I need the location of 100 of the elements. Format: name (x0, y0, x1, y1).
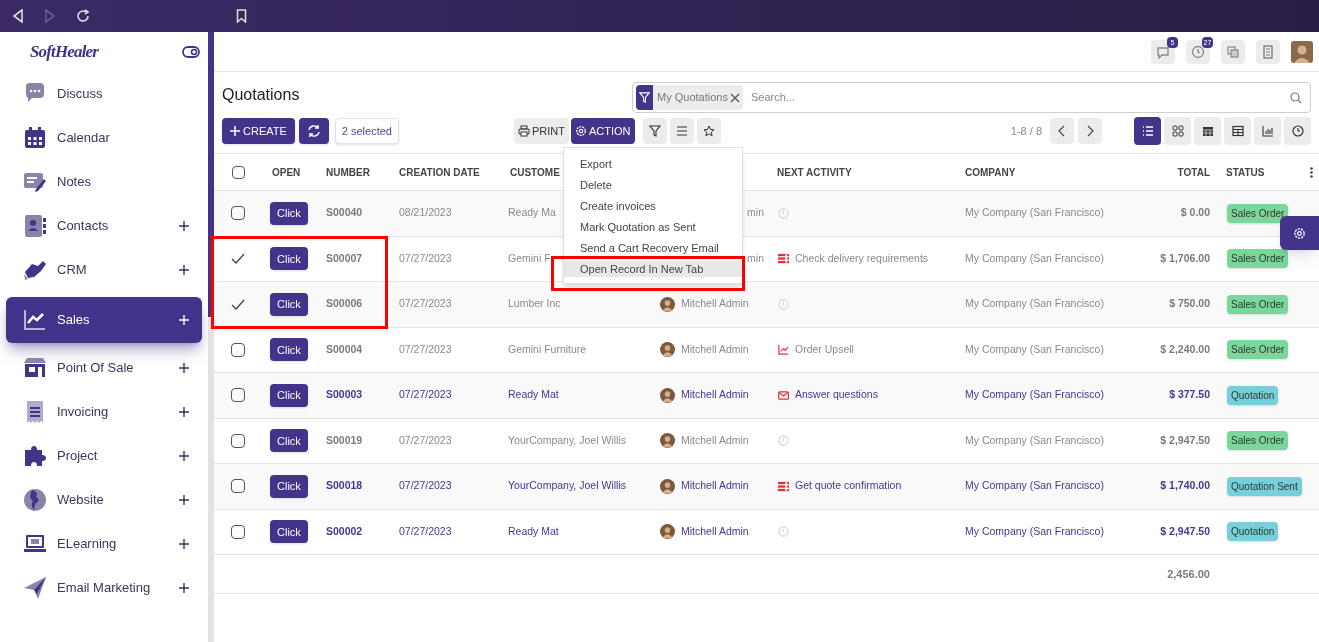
open-button[interactable]: Click (270, 474, 308, 498)
table-view-button[interactable] (1224, 117, 1251, 145)
sidebar-item[interactable]: Point Of Sale (6, 346, 202, 390)
check-icon[interactable] (231, 253, 245, 265)
expand-icon[interactable] (178, 220, 190, 232)
expand-icon[interactable] (178, 538, 190, 550)
favorite-icon (702, 125, 715, 137)
table-cell: $ 750.00 (1169, 297, 1210, 310)
activity-view-button[interactable] (1284, 117, 1311, 145)
menu-item[interactable]: Delete (564, 177, 742, 193)
table-cell: S00018 (326, 479, 363, 492)
open-button[interactable]: Click (270, 292, 308, 316)
expand-icon[interactable] (178, 264, 190, 276)
open-button[interactable]: Click (270, 201, 308, 225)
grid-view-button[interactable] (1164, 117, 1191, 145)
table-cell: $ 377.50 (1169, 388, 1210, 401)
expand-icon[interactable] (178, 406, 190, 418)
action-button[interactable]: ACTION (570, 118, 635, 144)
sidebar-item[interactable]: ELearning (6, 522, 202, 566)
refresh-button[interactable] (298, 118, 329, 144)
selection-button[interactable]: 2 selected (334, 118, 399, 144)
group-button[interactable] (669, 118, 694, 144)
calendar-view-button[interactable] (1194, 117, 1221, 145)
open-button[interactable]: Click (270, 429, 308, 453)
column-header[interactable]: TOTAL (1130, 164, 1218, 180)
menu-item[interactable]: Send a Cart Recovery Email (564, 240, 742, 256)
table-cell: Ready Mat (508, 388, 559, 401)
app-icon (23, 444, 47, 468)
menu-item[interactable]: Open Record In New Tab (564, 261, 742, 277)
list-view-button[interactable] (1134, 117, 1161, 145)
favorite-button[interactable] (696, 118, 721, 144)
expand-icon[interactable] (178, 582, 190, 594)
graph-view-icon (1261, 125, 1274, 137)
checkbox[interactable] (231, 206, 245, 221)
table-cell: S00003 (326, 388, 363, 401)
scrollbar[interactable] (208, 32, 214, 642)
toggle-icon[interactable] (182, 46, 200, 58)
checkbox[interactable] (231, 524, 245, 539)
settings-tab[interactable] (1280, 216, 1319, 250)
scrollbar-thumb[interactable] (208, 32, 214, 317)
sidebar-item[interactable]: Notes (6, 160, 202, 204)
sidebar-item[interactable]: Sales (6, 297, 202, 343)
expand-icon[interactable] (178, 494, 190, 506)
open-button[interactable]: Click (270, 338, 308, 362)
column-header[interactable]: NEXT ACTIVITY (768, 164, 956, 180)
column-header[interactable]: OPEN (262, 164, 316, 180)
checkbox[interactable] (231, 388, 245, 403)
status-badge: Sales Order (1227, 203, 1289, 223)
sidebar-item[interactable]: Contacts (6, 204, 202, 248)
table-cell: S00002 (326, 524, 363, 537)
sidebar-item[interactable]: Email Marketing (6, 566, 202, 610)
search-field[interactable]: My Quotations Search... (632, 82, 1311, 113)
expand-icon[interactable] (178, 450, 190, 462)
open-button[interactable]: Click (270, 383, 308, 407)
table-cell: Ready Ma (508, 206, 556, 219)
sidebar-item[interactable]: Project (6, 434, 202, 478)
more-icon[interactable] (1310, 166, 1313, 178)
table-cell: 07/27/2023 (399, 524, 452, 537)
expand-icon[interactable] (178, 362, 190, 374)
open-button[interactable]: Click (270, 247, 308, 271)
table-cell: My Company (San Francisco) (965, 342, 1104, 355)
open-button[interactable]: Click (270, 520, 308, 544)
sidebar-item[interactable]: Invoicing (6, 390, 202, 434)
filter-facet[interactable]: My Quotations (636, 85, 743, 110)
menu-item[interactable]: Export (564, 156, 742, 172)
checkbox[interactable] (231, 479, 245, 494)
salesperson-name: Mitchell Admin (681, 523, 749, 539)
sidebar-item[interactable]: Calendar (6, 116, 202, 160)
menu-item[interactable]: Create invoices (564, 198, 742, 214)
back-icon[interactable] (12, 9, 24, 23)
column-header[interactable]: STATUS (1226, 164, 1265, 180)
column-header[interactable]: NUMBER (316, 164, 390, 180)
sidebar-item[interactable]: Discuss (6, 72, 202, 116)
sidebar-item[interactable]: Website (6, 478, 202, 522)
create-button[interactable]: CREATE (222, 118, 295, 144)
close-icon[interactable] (729, 92, 740, 103)
checkbox[interactable] (231, 165, 245, 179)
checkbox[interactable] (231, 342, 245, 357)
avatar-icon[interactable] (1291, 40, 1313, 63)
filter-button[interactable] (642, 118, 667, 144)
app-icon (23, 308, 47, 332)
checkbox[interactable] (231, 433, 245, 448)
printer-icon (517, 125, 530, 137)
search-input[interactable]: Search... (750, 89, 1290, 106)
copy-icon (1226, 44, 1240, 59)
check-icon[interactable] (231, 298, 245, 310)
menu-item[interactable]: Mark Quotation as Sent (564, 219, 742, 235)
table-cell: S00040 (326, 206, 363, 219)
sidebar-item[interactable]: CRM (6, 248, 202, 292)
reload-icon[interactable] (76, 9, 90, 23)
table-cell: S00007 (326, 251, 363, 264)
activity-text: Get quote confirmation (795, 478, 902, 494)
column-header[interactable]: COMPANY (956, 164, 1130, 180)
print-button[interactable]: PRINT (513, 118, 569, 144)
table-cell: My Company (San Francisco) (965, 206, 1104, 219)
bookmark-icon[interactable] (236, 9, 247, 23)
table-cell: $ 1,740.00 (1160, 479, 1210, 492)
column-header[interactable]: CREATION DATE (390, 164, 502, 180)
search-icon[interactable] (1290, 91, 1302, 104)
table-cell: 07/27/2023 (399, 251, 452, 264)
